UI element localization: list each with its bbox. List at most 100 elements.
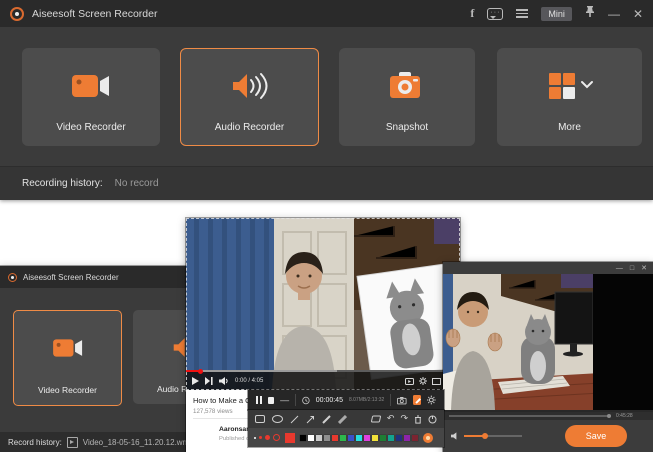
eraser-tool[interactable]	[371, 415, 381, 423]
history-label: Record history:	[8, 438, 62, 447]
card-label: Video Recorder	[38, 385, 97, 395]
volume-icon[interactable]	[219, 377, 229, 385]
window-title: Aiseesoft Screen Recorder	[32, 8, 157, 20]
card-label: Snapshot	[386, 122, 428, 133]
autoplay-icon[interactable]	[405, 378, 414, 385]
recording-history-bar: Recording history: No record	[0, 167, 653, 200]
app-logo-icon	[10, 7, 24, 21]
color-swatch[interactable]	[380, 435, 386, 441]
preview-seek-bar[interactable]	[449, 415, 611, 417]
close-icon[interactable]: ✕	[641, 265, 647, 272]
preview-video[interactable]	[443, 274, 653, 410]
color-swatch[interactable]	[316, 435, 322, 441]
arrow-tool[interactable]	[306, 415, 315, 424]
color-swatch[interactable]	[404, 435, 410, 441]
elapsed-time: 00:00:45	[316, 397, 343, 404]
pin-icon[interactable]	[585, 5, 595, 23]
play-icon[interactable]	[192, 377, 199, 385]
card-label: Audio Recorder	[215, 122, 284, 133]
facebook-icon[interactable]: f	[470, 6, 474, 21]
settings-gear-icon[interactable]	[419, 377, 427, 385]
speaker-icon	[181, 49, 318, 122]
divider	[295, 394, 296, 406]
ellipse-tool[interactable]	[272, 415, 283, 423]
history-value: No record	[115, 178, 159, 189]
video-recorder-card[interactable]: Video Recorder	[22, 48, 160, 146]
preview-duration: 0:45:28	[616, 413, 633, 419]
brush-size-xs[interactable]	[254, 437, 256, 439]
history-label: Recording history:	[22, 178, 103, 189]
volume-slider[interactable]	[464, 435, 522, 437]
brush-size-medium[interactable]	[265, 435, 270, 440]
main-window: Aiseesoft Screen Recorder f ··· Mini — ✕	[0, 0, 653, 200]
trash-icon[interactable]	[414, 415, 422, 424]
minimize-icon[interactable]: —	[616, 265, 623, 272]
grid-more-icon	[498, 49, 641, 122]
color-swatch[interactable]	[388, 435, 394, 441]
divider	[390, 394, 391, 406]
line-tool[interactable]	[290, 415, 299, 424]
brush-size-large[interactable]	[273, 434, 280, 441]
stop-button[interactable]	[268, 397, 274, 404]
minimize-icon[interactable]: —	[608, 8, 620, 20]
seek-bar[interactable]	[186, 370, 460, 372]
feedback-icon[interactable]: ···	[487, 8, 503, 20]
video-camera-icon	[23, 49, 159, 122]
video-file-icon	[67, 437, 78, 448]
preview-titlebar: — □ ✕	[443, 262, 653, 274]
exit-annotation-icon[interactable]	[428, 415, 437, 424]
window-title: Aiseesoft Screen Recorder	[23, 273, 119, 282]
audio-recorder-card[interactable]: Audio Recorder	[180, 48, 319, 146]
preview-window: — □ ✕	[443, 262, 653, 452]
app-logo-icon	[8, 273, 17, 282]
card-label: Video Recorder	[56, 122, 125, 133]
volume-icon[interactable]	[451, 432, 460, 440]
card-label: More	[558, 122, 581, 133]
video-recorder-card-small[interactable]: Video Recorder	[13, 310, 122, 406]
redo-icon[interactable]: ↷	[400, 415, 408, 424]
minimize-toolbar-button[interactable]: —	[280, 396, 289, 405]
color-swatch[interactable]	[308, 435, 314, 441]
video-views: 127,578 views	[193, 408, 233, 415]
maximize-icon[interactable]: □	[630, 265, 634, 272]
brush-tool[interactable]	[338, 415, 347, 424]
theater-mode-icon[interactable]	[432, 378, 441, 385]
close-icon[interactable]: ✕	[633, 8, 643, 20]
undo-icon[interactable]: ↶	[387, 415, 395, 424]
brush-size-small[interactable]	[259, 436, 262, 439]
mini-mode-button[interactable]: Mini	[541, 7, 572, 21]
snapshot-card[interactable]: Snapshot	[339, 48, 475, 146]
color-swatch[interactable]	[396, 435, 402, 441]
annotation-toolbar: ↶ ↷	[248, 410, 444, 447]
color-picker-icon[interactable]	[423, 433, 433, 443]
preview-progress: 0:45:28	[443, 412, 653, 420]
video-player[interactable]: 0:00 / 4:05	[186, 218, 460, 390]
color-swatch[interactable]	[364, 435, 370, 441]
selected-color-swatch[interactable]	[285, 433, 295, 443]
history-file-name[interactable]: Video_18-05-16_11.20.12.wmv	[83, 438, 193, 447]
next-icon[interactable]	[205, 377, 213, 385]
color-swatch[interactable]	[372, 435, 378, 441]
main-titlebar: Aiseesoft Screen Recorder f ··· Mini — ✕	[0, 0, 653, 27]
color-swatch[interactable]	[324, 435, 330, 441]
timer-icon	[302, 396, 310, 405]
save-button[interactable]: Save	[565, 425, 627, 447]
color-swatch[interactable]	[340, 435, 346, 441]
preview-scene	[443, 274, 653, 410]
more-card[interactable]: More	[497, 48, 642, 146]
screenshot-icon[interactable]	[397, 396, 407, 405]
video-camera-icon	[50, 311, 86, 385]
pen-tool[interactable]	[322, 415, 331, 424]
color-swatch[interactable]	[348, 435, 354, 441]
color-swatch[interactable]	[300, 435, 306, 441]
color-swatch[interactable]	[332, 435, 338, 441]
rectangle-tool[interactable]	[255, 415, 265, 423]
color-swatch[interactable]	[412, 435, 418, 441]
pause-button[interactable]	[256, 396, 262, 404]
annotate-button[interactable]	[413, 395, 422, 405]
file-size-info: 8.07MB/2:13:32	[349, 397, 384, 403]
gear-icon[interactable]	[427, 395, 436, 405]
color-swatch[interactable]	[356, 435, 362, 441]
preview-bottom-bar: Save	[443, 420, 653, 452]
menu-icon[interactable]	[516, 9, 528, 18]
